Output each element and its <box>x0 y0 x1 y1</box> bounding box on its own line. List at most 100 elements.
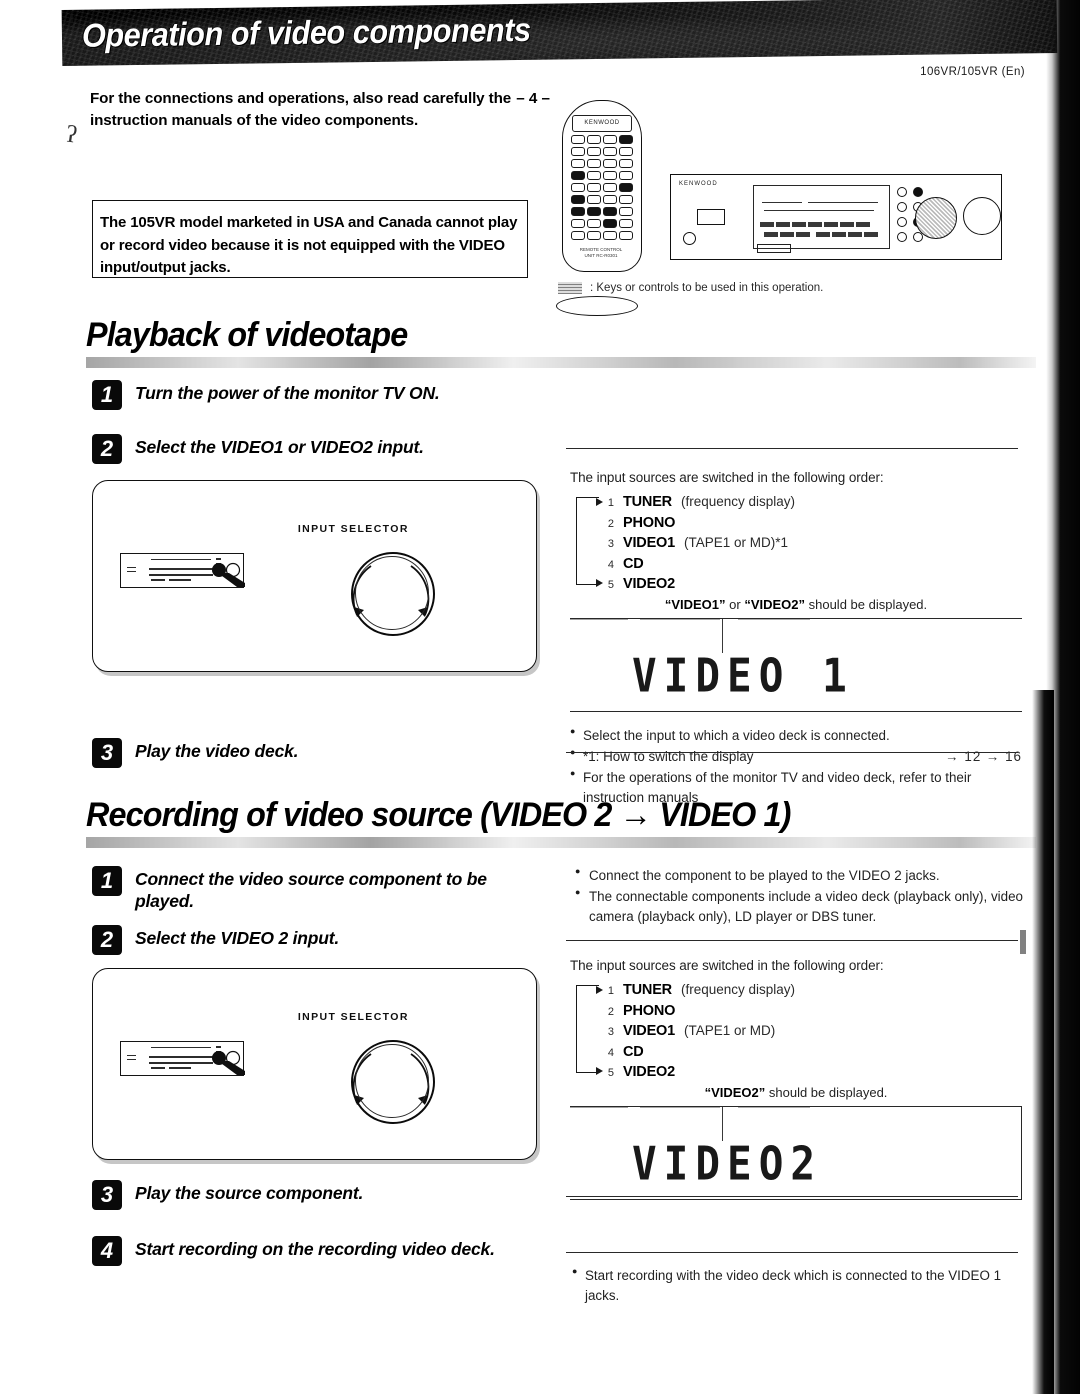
section1-right-column: The input sources are switched in the fo… <box>570 470 1022 809</box>
cycle-arrow-icon <box>596 579 603 587</box>
remote-key <box>587 171 601 180</box>
source-name: VIDEO1 <box>623 1023 675 1040</box>
source-name: TUNER <box>623 982 672 998</box>
remote-key <box>603 195 617 204</box>
remote-key <box>619 171 633 180</box>
input-source-list-1: 1 TUNER (frequency display) 2 PHONO 3 VI… <box>570 492 1022 595</box>
source-index: 5 <box>607 579 614 592</box>
remote-key <box>571 207 585 216</box>
step-text: Select the VIDEO1 or VIDEO2 input. <box>135 437 424 457</box>
remote-control-illustration: KENWOOD REMOTE CONTROL UNIT RC-R0301 <box>562 100 642 272</box>
step-3-recording: 3 Play the source component. <box>92 1180 363 1210</box>
pointing-hand-icon <box>212 562 245 587</box>
note-page-refs: → 12 → 16 <box>945 749 1022 764</box>
cycle-bracket-icon <box>576 985 599 1073</box>
divider-line <box>566 752 1018 754</box>
mini-receiver-detail <box>151 579 165 581</box>
mini-receiver-detail <box>149 1056 213 1058</box>
step-text: Turn the power of the monitor TV ON. <box>135 383 440 403</box>
mini-receiver-detail <box>127 1055 136 1057</box>
remote-key <box>571 231 585 240</box>
step-3-playback: 3 Play the video deck. <box>92 738 298 768</box>
source-note: (TAPE1 or MD) <box>684 1023 776 1039</box>
step-text: Start recording on the recording video d… <box>135 1239 495 1259</box>
input-selector-knob[interactable] <box>341 1035 437 1131</box>
legend-label: : Keys or controls to be used in this op… <box>590 282 824 294</box>
selector-dot-icon <box>897 232 907 242</box>
receiver-button <box>864 232 878 237</box>
remote-key <box>619 195 633 204</box>
step-text: Connect the video source component to be… <box>135 869 487 911</box>
step-number-badge: 2 <box>92 925 122 955</box>
display-segment-line <box>764 210 874 211</box>
source-index: 5 <box>607 1067 614 1080</box>
source-name: PHONO <box>623 514 676 531</box>
receiver-button <box>848 232 862 237</box>
volume-knob-icon <box>963 197 1001 235</box>
input-selector-knob[interactable] <box>341 547 437 643</box>
receiver-button <box>832 232 846 237</box>
remote-key <box>587 231 601 240</box>
manual-page: Operation of video components 106VR/105V… <box>0 0 1080 1394</box>
lcd-display-2: VIDEO2 <box>570 1105 1022 1200</box>
source-item: 5 VIDEO2 <box>604 1062 1022 1083</box>
section-title: Playback of videotape <box>86 316 408 354</box>
divider-line <box>566 1252 1018 1254</box>
mini-receiver-detail <box>127 567 136 569</box>
display-caption-or: or <box>725 596 745 612</box>
step-1-playback: 1 Turn the power of the monitor TV ON. <box>92 380 440 410</box>
display-caption-tail: should be displayed. <box>805 596 928 612</box>
device-illustration: KENWOOD REMOTE CONTROL UNIT RC-R0301 KEN… <box>550 96 1030 316</box>
note-text: Select the input to which a video deck i… <box>583 727 890 743</box>
mini-receiver-detail <box>151 1047 211 1048</box>
receiver-display-window <box>753 185 890 249</box>
remote-key <box>571 135 585 144</box>
remote-key <box>587 135 601 144</box>
remote-key <box>571 159 585 168</box>
step-1-recording: 1 Connect the video source component to … <box>92 866 515 913</box>
remote-key <box>571 195 585 204</box>
divider-line <box>566 1196 1018 1198</box>
section-underline <box>86 357 1036 368</box>
display-caption-tail: should be displayed. <box>765 1084 888 1100</box>
knob-inner-ring <box>355 1044 429 1118</box>
remote-key <box>571 219 585 228</box>
receiver-button <box>816 232 830 237</box>
display-caption-video1: “VIDEO1” <box>664 596 726 612</box>
selector-dot-icon <box>897 202 907 212</box>
source-item: 3 VIDEO1 (TAPE1 or MD) <box>604 1021 1022 1042</box>
source-item: 2 PHONO <box>604 1001 1022 1022</box>
source-index: 2 <box>607 517 614 530</box>
source-note: (frequency display) <box>680 494 796 509</box>
display-caption-2: “VIDEO2” should be displayed. <box>570 1085 1022 1100</box>
remote-key <box>619 219 633 228</box>
source-name: TUNER <box>623 494 672 510</box>
step-4-recording: 4 Start recording on the recording video… <box>92 1236 495 1266</box>
source-name: VIDEO2 <box>623 576 675 593</box>
receiver-button-row <box>760 222 870 227</box>
receiver-button-row <box>816 232 878 237</box>
step-number-badge: 3 <box>92 1180 122 1210</box>
pointing-hand-icon <box>212 1050 245 1075</box>
input-selector-panel-1: INPUT SELECTOR <box>92 480 537 672</box>
receiver-button <box>776 222 790 227</box>
remote-key <box>603 231 617 240</box>
source-index: 1 <box>607 985 614 997</box>
display-caption-1: “VIDEO1” or “VIDEO2” should be displayed… <box>570 597 1022 612</box>
remote-key <box>603 147 617 156</box>
legend: : Keys or controls to be used in this op… <box>558 282 823 294</box>
source-index: 4 <box>607 558 614 571</box>
lcd-pointer-line <box>722 618 724 653</box>
remote-key <box>619 147 633 156</box>
source-item: 2 PHONO <box>604 513 1022 534</box>
receiver-button <box>796 232 810 237</box>
lcd-display-1: VIDEO 1 <box>570 617 1022 712</box>
receiver-button <box>792 222 806 227</box>
mini-receiver-detail <box>149 574 213 576</box>
scan-edge-shadow-lower <box>1032 690 1054 1394</box>
receiver-button <box>856 222 870 227</box>
remote-key <box>619 159 633 168</box>
cycle-bracket-icon <box>576 497 599 585</box>
lcd-text: VIDEO2 <box>632 1136 823 1191</box>
source-name: CD <box>623 555 644 572</box>
